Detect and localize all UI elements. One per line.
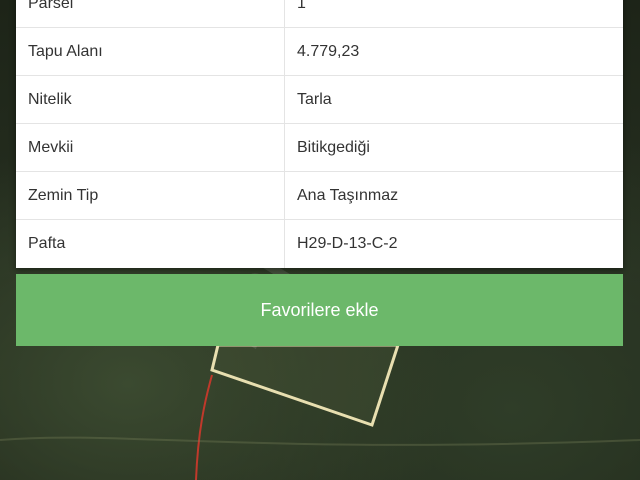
row-label: Tapu Alanı bbox=[16, 28, 285, 75]
row-label: Mevkii bbox=[16, 124, 285, 171]
info-row-nitelik: Nitelik Tarla bbox=[16, 76, 623, 124]
row-value: H29-D-13-C-2 bbox=[297, 235, 398, 252]
field-boundary bbox=[0, 436, 640, 446]
row-label: Zemin Tip bbox=[16, 172, 285, 219]
info-row-tapu-alani: Tapu Alanı 4.779,23 bbox=[16, 28, 623, 76]
info-row-zemin-tip: Zemin Tip Ana Taşınmaz bbox=[16, 172, 623, 220]
info-row-parsel: Parsel 1 bbox=[16, 0, 623, 28]
info-row-mevkii: Mevkii Bitikgediği bbox=[16, 124, 623, 172]
row-value: 1 bbox=[297, 0, 306, 12]
row-value: Tarla bbox=[297, 90, 332, 108]
info-row-pafta: Pafta H29-D-13-C-2 bbox=[16, 220, 623, 268]
parcel-info-card: Parsel 1 Tapu Alanı 4.779,23 Nitelik Tar… bbox=[16, 0, 623, 268]
row-label: Pafta bbox=[16, 220, 285, 268]
row-value: Ana Taşınmaz bbox=[297, 186, 399, 204]
row-label: Nitelik bbox=[16, 76, 285, 123]
add-to-favorites-button[interactable]: Favorilere ekle bbox=[16, 274, 623, 346]
row-value: 4.779,23 bbox=[297, 42, 360, 60]
row-value: Bitikgediği bbox=[297, 138, 370, 156]
row-label: Parsel bbox=[16, 0, 285, 27]
parcel-outline bbox=[210, 343, 401, 427]
road-line bbox=[195, 374, 213, 480]
